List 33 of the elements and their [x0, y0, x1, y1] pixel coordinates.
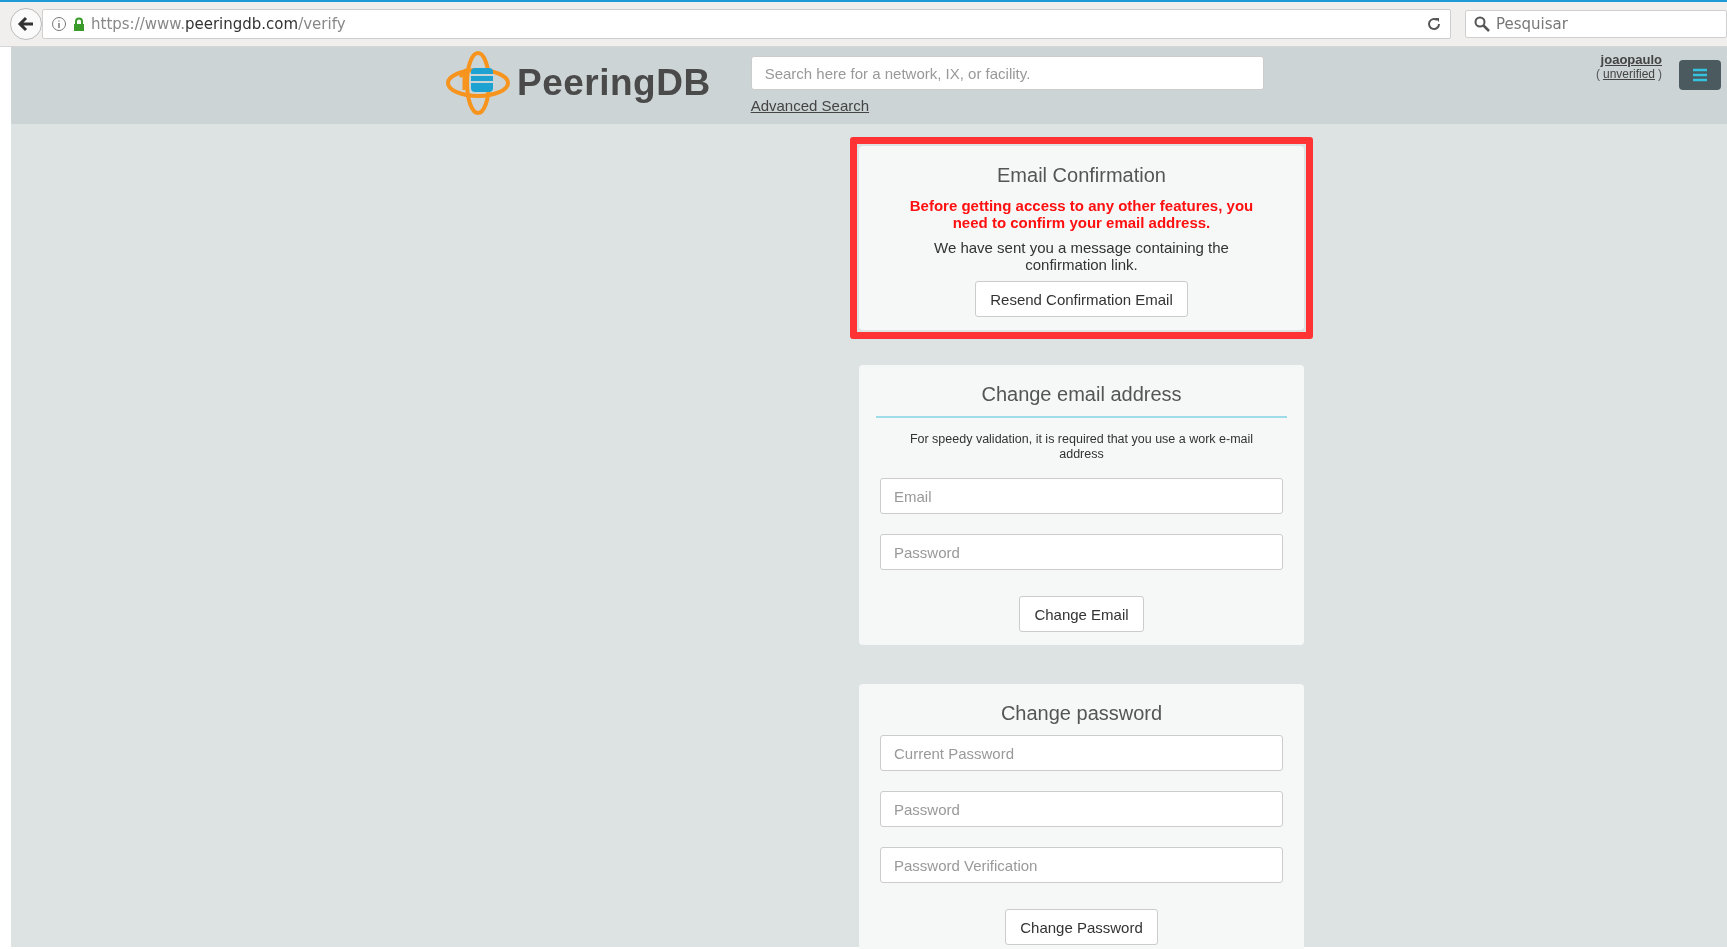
note-text: For speedy validation, it is required that you use a work e-mail address [908, 432, 1255, 462]
search-icon [1474, 16, 1490, 32]
search-field[interactable]: Search here for a network, IX, or facility. [750, 56, 1264, 90]
alert-text: Before getting access to any other features, you need to confirm your email address. [908, 197, 1255, 231]
back-button[interactable] [10, 8, 42, 40]
card-title: Change email address [981, 383, 1182, 406]
info-icon [51, 16, 67, 32]
paren-text: ) [1658, 67, 1662, 81]
username-link[interactable]: joaopaulo [1600, 53, 1662, 67]
advanced-search-link[interactable]: Advanced Search [750, 97, 870, 114]
input-field[interactable]: Email [880, 478, 1283, 514]
logo-icon [445, 50, 511, 116]
input-field[interactable]: Password Verification [880, 847, 1283, 883]
message-text: We have sent you a message containing the confirmation link. [933, 239, 1230, 273]
logo-text[interactable]: PeeringDB [517, 62, 711, 104]
menu-icon [1692, 68, 1708, 82]
menu-button[interactable] [1679, 60, 1721, 90]
card-title: Email Confirmation [997, 164, 1166, 187]
input-field[interactable]: Password [880, 534, 1283, 570]
address-bar[interactable]: https://www.peeringdb.com/verify [42, 9, 1451, 39]
back-arrow-icon [17, 15, 35, 33]
status-link[interactable]: unverified [1602, 67, 1655, 81]
resend-button[interactable]: Resend Confirmation Email [975, 281, 1188, 317]
card-title: Change password [1000, 702, 1163, 725]
input-field[interactable]: Current Password [880, 735, 1283, 771]
browser-search-field[interactable]: Pesquisar [1465, 10, 1727, 38]
submit-button[interactable]: Change Password [1005, 909, 1158, 945]
reload-icon[interactable] [1426, 16, 1442, 32]
submit-button[interactable]: Change Email [1019, 596, 1144, 632]
lock-icon [73, 17, 85, 31]
url-text: https://www.peeringdb.com/verify [91, 15, 347, 33]
paren-text: ( [1595, 67, 1600, 81]
input-field[interactable]: Password [880, 791, 1283, 827]
